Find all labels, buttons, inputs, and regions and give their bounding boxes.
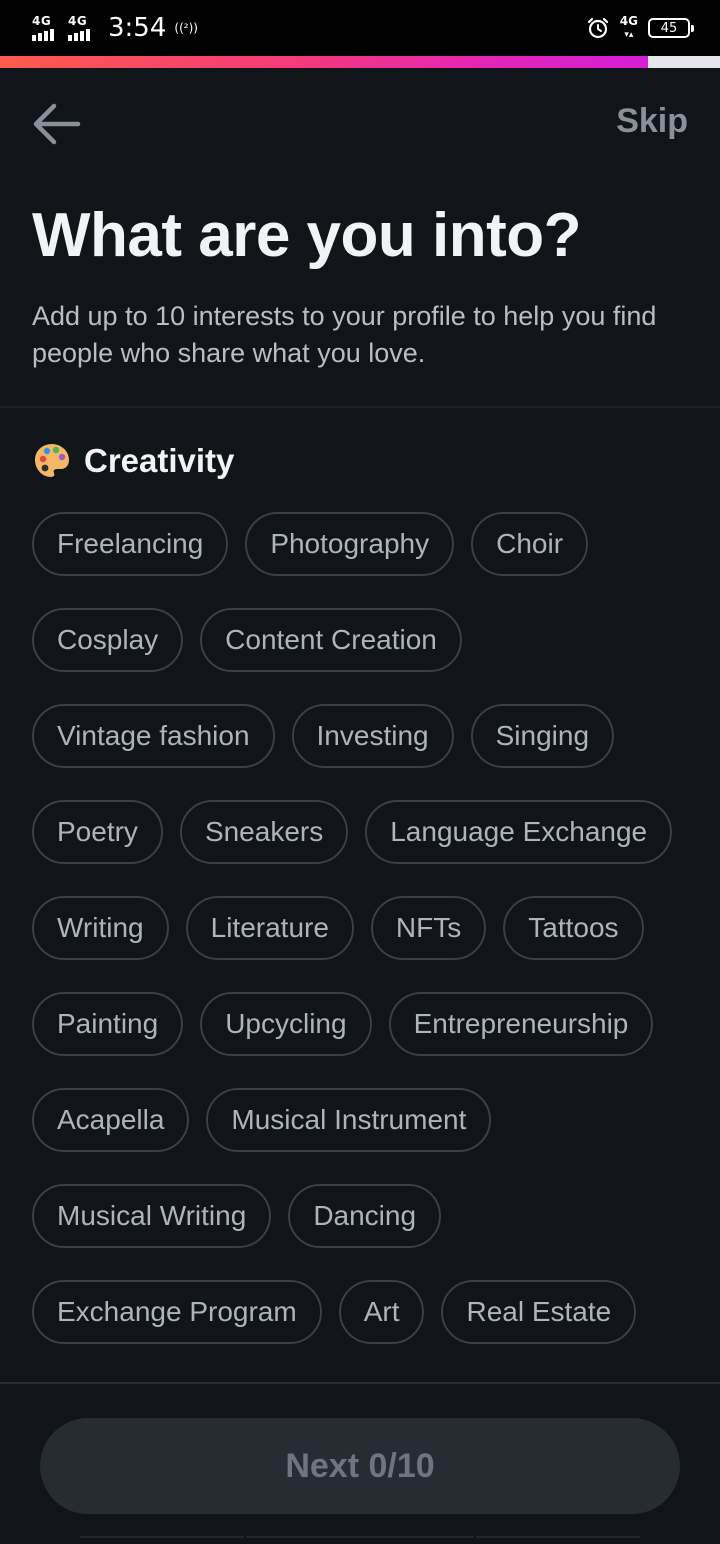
nav-hint-segment [80,1536,244,1544]
back-button[interactable] [28,98,84,150]
section-header: Creativity [32,438,234,484]
interest-chip[interactable]: Investing [291,704,454,768]
interest-chip[interactable]: NFTs [370,896,487,960]
interest-chip[interactable]: Sneakers [179,800,349,864]
network-type-1: 4G [32,14,52,28]
interest-chip[interactable]: Cosplay [32,608,184,672]
interest-chip[interactable]: Real Estate [441,1280,637,1344]
chip-row: Vintage fashion Investing Singing [32,704,702,768]
chip-row: Musical Writing Dancing [32,1184,702,1248]
interest-chip[interactable]: Literature [185,896,354,960]
hotspot-icon: ((²)) [174,21,198,35]
interest-chip[interactable]: Vintage fashion [32,704,275,768]
battery-level: 45 [660,20,678,36]
interest-chip[interactable]: Acapella [32,1088,190,1152]
interest-chip[interactable]: Freelancing [32,512,229,576]
interest-chip[interactable]: Language Exchange [365,800,673,864]
interest-chip[interactable]: Dancing [288,1184,442,1248]
status-time: 3:54 [108,13,167,43]
chip-row: Writing Literature NFTs Tattoos [32,896,702,960]
network-type-right: 4G [619,14,638,28]
page-subtitle: Add up to 10 interests to your profile t… [32,301,657,368]
nav-hint-segment [476,1536,640,1544]
skip-button[interactable]: Skip [616,102,688,141]
chip-row: Freelancing Photography Choir [32,512,702,576]
mobile-data-icon: 4G ▾▴ [619,14,638,40]
palette-icon [35,444,69,477]
progress-fill [0,56,648,68]
status-bar: 4G 4G 3:54 ((²)) 4G ▾▴ 45 [0,0,720,56]
interest-chip[interactable]: Exchange Program [32,1280,322,1344]
signal-icon-2: 4G [68,13,98,43]
nav-hint-segment [246,1536,474,1544]
alarm-icon [587,17,608,39]
interest-chip[interactable]: Photography [245,512,455,576]
arrow-left-icon [33,103,81,145]
interest-chip[interactable]: Tattoos [503,896,644,960]
chip-row: Cosplay Content Creation [32,608,702,672]
bottom-panel: Next 0/10 [0,1382,720,1544]
interest-chip[interactable]: Content Creation [200,608,462,672]
chip-row: Painting Upcycling Entrepreneurship [32,992,702,1056]
chip-row: Acapella Musical Instrument [32,1088,702,1152]
interest-chip[interactable]: Musical Writing [32,1184,272,1248]
section-title: Creativity [84,442,235,479]
interest-chip[interactable]: Musical Instrument [206,1088,492,1152]
onboarding-progress-bar [0,56,720,68]
interest-chip[interactable]: Upcycling [200,992,372,1056]
interest-chip[interactable]: Art [338,1280,425,1344]
signal-icon-1: 4G [32,13,62,43]
network-type-2: 4G [68,14,88,28]
interest-chip[interactable]: Singing [470,704,615,768]
interest-chip[interactable]: Painting [32,992,184,1056]
battery-icon: 45 [648,18,694,38]
status-left: 4G 4G 3:54 ((²)) [32,10,198,46]
chip-row: Exchange Program Art Real Estate [32,1280,702,1344]
status-right: 4G ▾▴ 45 [586,12,694,44]
divider [0,406,720,408]
interest-chip-list: Freelancing Photography Choir Cosplay Conten… [32,512,702,1376]
chip-row: Poetry Sneakers Language Exchange [32,800,702,864]
interest-chip[interactable]: Poetry [32,800,163,864]
page-title: What are you into? [32,201,582,270]
interest-chip[interactable]: Entrepreneurship [388,992,654,1056]
next-button[interactable]: Next 0/10 [40,1418,680,1514]
interest-chip[interactable]: Writing [32,896,169,960]
interest-chip[interactable]: Choir [471,512,589,576]
